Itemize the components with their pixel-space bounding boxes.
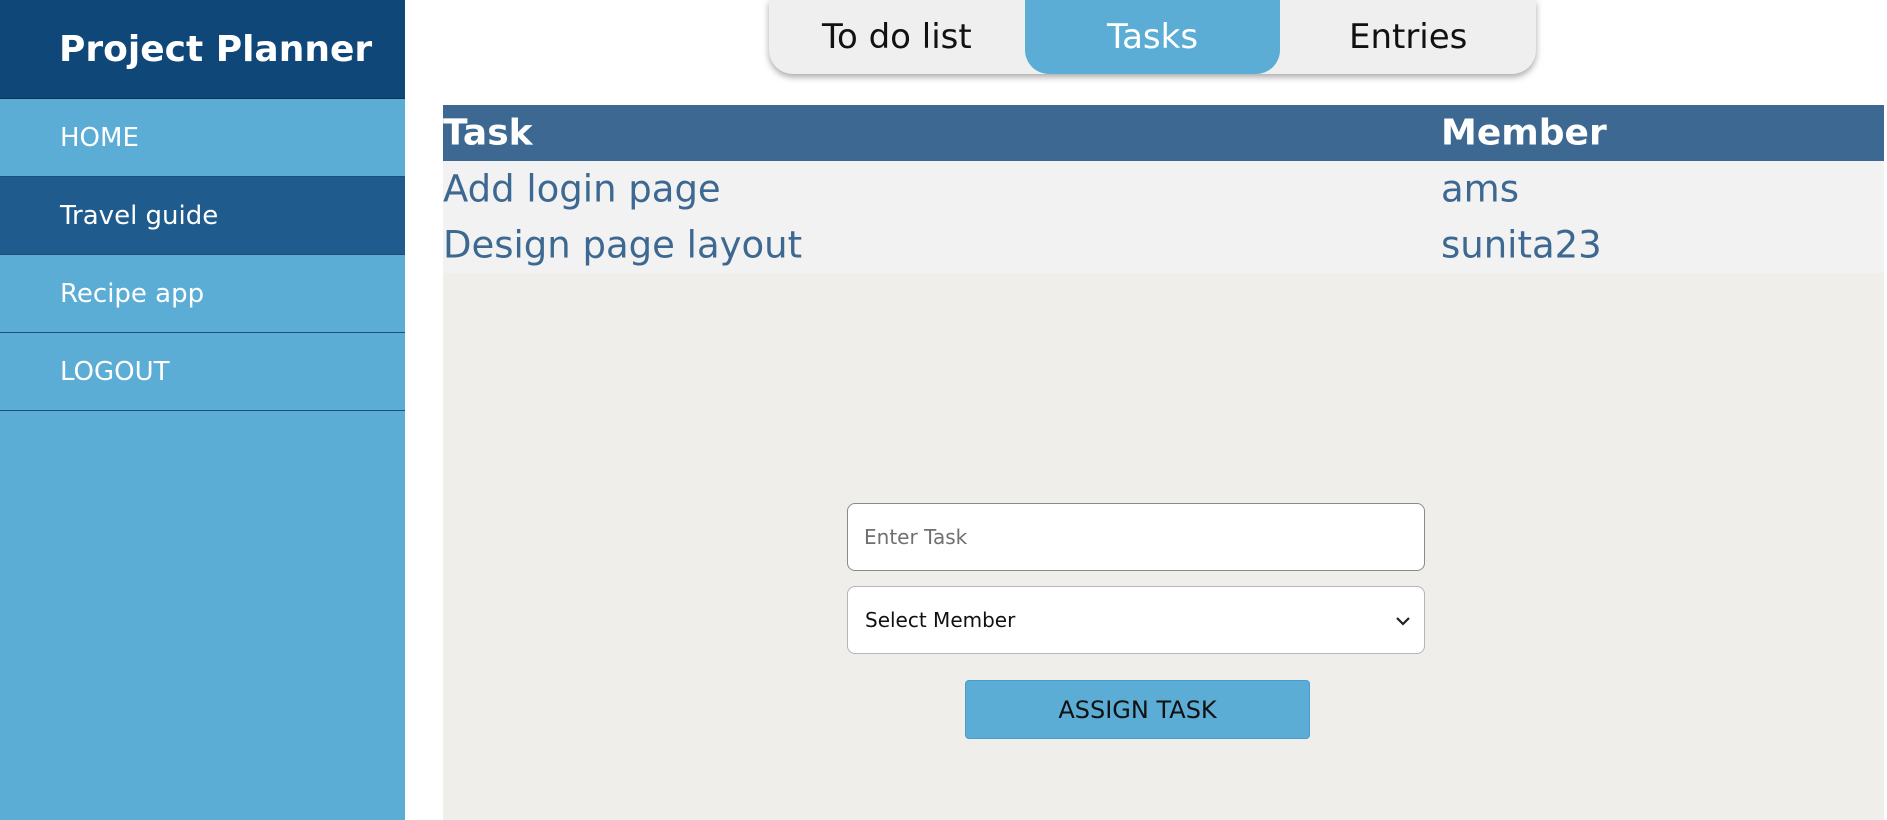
task-cell: Add login page: [443, 167, 721, 211]
table-header: Task Member: [443, 105, 1884, 161]
column-header-task: Task: [443, 112, 533, 154]
assign-task-form: Select Member ASSIGN TASK: [847, 503, 1425, 739]
table-body: Add login page ams Design page layout su…: [443, 161, 1884, 273]
chevron-down-icon: [1396, 610, 1410, 631]
sidebar: Project Planner HOME Travel guide Recipe…: [0, 0, 405, 820]
member-select-value: Select Member: [865, 608, 1016, 632]
column-header-member: Member: [1441, 112, 1607, 154]
tab-entries[interactable]: Entries: [1280, 0, 1536, 74]
sidebar-item-recipe-app[interactable]: Recipe app: [0, 255, 405, 333]
table-row: Design page layout sunita23: [443, 217, 1884, 273]
sidebar-item-logout[interactable]: LOGOUT: [0, 333, 405, 411]
tab-to-do-list[interactable]: To do list: [769, 0, 1025, 74]
task-cell: Design page layout: [443, 223, 803, 267]
tab-tasks[interactable]: Tasks: [1024, 0, 1281, 74]
app-title: Project Planner: [0, 0, 405, 99]
member-cell: sunita23: [1441, 223, 1602, 267]
member-select[interactable]: Select Member: [847, 586, 1425, 654]
assign-task-button[interactable]: ASSIGN TASK: [965, 680, 1310, 739]
member-cell: ams: [1441, 167, 1519, 211]
table-row: Add login page ams: [443, 161, 1884, 217]
task-input[interactable]: [847, 503, 1425, 571]
sidebar-item-travel-guide[interactable]: Travel guide: [0, 177, 405, 255]
sidebar-item-home[interactable]: HOME: [0, 99, 405, 177]
main-content: Task Member Add login page ams Design pa…: [443, 105, 1884, 820]
tab-bar: To do list Tasks Entries: [769, 0, 1536, 74]
